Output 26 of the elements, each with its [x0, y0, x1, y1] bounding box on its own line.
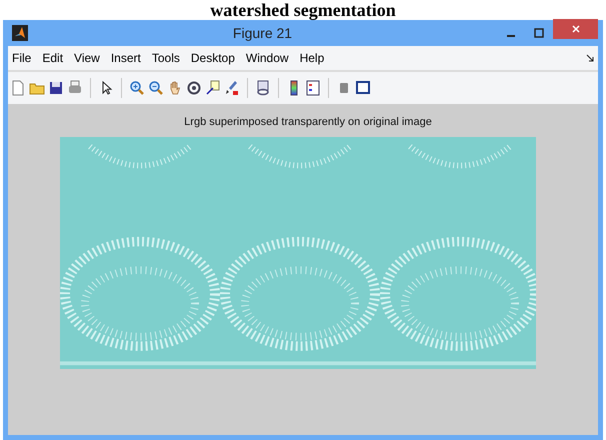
- menu-item[interactable]: File: [12, 49, 32, 67]
- zoom-out-icon[interactable]: [148, 80, 164, 96]
- menu-item[interactable]: Window: [246, 49, 289, 67]
- window-icon[interactable]: [355, 80, 371, 96]
- app-logo-icon: [12, 25, 28, 41]
- axes-title: Lrgb superimposed transparently on original image: [184, 115, 432, 130]
- link-plot-icon[interactable]: [255, 80, 271, 96]
- menu-item[interactable]: Insert: [110, 49, 141, 67]
- legend-icon[interactable]: [305, 80, 321, 96]
- window-title: Figure 21: [232, 24, 294, 43]
- rotate-icon[interactable]: [186, 80, 202, 96]
- menu-item[interactable]: Edit: [42, 49, 64, 67]
- save-icon[interactable]: [48, 80, 64, 96]
- menu-item[interactable]: Help: [300, 49, 324, 67]
- menu-item[interactable]: View: [74, 49, 100, 67]
- minimize-icon: [507, 35, 515, 37]
- new-file-icon[interactable]: [10, 80, 26, 96]
- maximize-icon: [534, 28, 544, 38]
- caption: watershed segmentation: [210, 0, 396, 20]
- close-icon: [570, 24, 580, 34]
- brush-icon[interactable]: [224, 80, 240, 96]
- undock-arrow-icon[interactable]: [586, 54, 594, 62]
- menu-item[interactable]: Tools: [152, 49, 180, 67]
- data-cursor-icon[interactable]: [205, 80, 221, 96]
- zoom-in-icon[interactable]: [129, 80, 145, 96]
- menu-item[interactable]: Desktop: [190, 49, 235, 67]
